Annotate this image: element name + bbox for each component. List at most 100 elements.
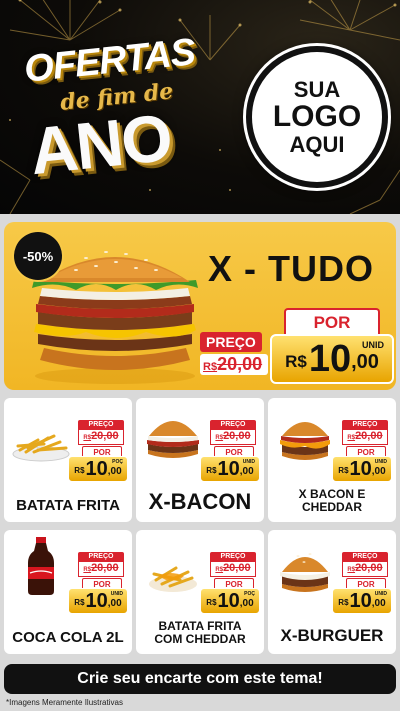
old-price-currency: R$ [215,567,224,573]
product-card-x-bacon-e-cheddar[interactable]: PREÇO R$20,00 POR UNID R$ 10 ,00 X BACON… [268,398,396,522]
logo-placeholder-line1: SUA [293,77,341,103]
new-price-currency: R$ [285,352,307,371]
logo-placeholder-line2: LOGO [272,100,362,134]
product-card-coca-cola-2l[interactable]: PREÇO R$20,00 POR UNID R$ 10 ,00 COCA CO… [4,530,132,654]
new-price: UNID R$ 10 ,00 [332,588,392,614]
old-price-currency: R$ [215,435,224,441]
new-price-integer: 10 [349,590,372,612]
new-price-cents: ,00 [239,598,254,609]
cheddar-burger-icon [280,422,330,460]
new-price-integer: 10 [308,338,352,380]
new-price-cents: ,00 [371,598,386,609]
old-price-value: 20,00 [355,562,383,574]
unit-label: UNID [110,591,123,597]
featured-product-card[interactable]: -50% X - TUDO PREÇO R$20,00 POR UNID R$ … [4,222,396,390]
old-price-block: PREÇO R$20,00 [200,332,268,375]
old-price-currency: R$ [347,435,356,441]
new-price: POÇ R$ 10 ,00 [200,588,260,614]
old-price-currency: R$ [83,435,92,441]
new-price-cents: ,00 [371,466,386,477]
new-price-currency: R$ [338,598,349,607]
product-name: COCA COLA 2L [12,628,124,646]
disclaimer: *Imagens Meramente Ilustrativas [6,698,123,707]
old-price: R$20,00 [78,561,124,577]
new-price-integer: 10 [85,590,108,612]
old-price-value: 20,00 [223,562,251,574]
old-price-block: PREÇO R$20,00 [342,420,388,445]
soda-bottle-icon [28,537,54,595]
product-name: X-BACON [148,488,252,514]
new-price-cents: ,00 [107,598,122,609]
por-label: POR [284,308,380,334]
product-card-x-bacon[interactable]: PREÇO R$20,00 POR UNID R$ 10 ,00 X-BACON [136,398,264,522]
burger-icon [147,421,199,458]
preco-label: PREÇO [78,420,124,429]
new-price: UNID R$ 10 ,00 [270,334,394,384]
old-price-currency: R$ [83,567,92,573]
new-price-integer: 10 [349,458,372,480]
cheeseburger-icon [280,553,330,592]
new-price: POÇ R$ 10 ,00 [68,456,128,482]
old-price-value: 20,00 [355,430,383,442]
preco-label: PREÇO [78,552,124,561]
preco-label: PREÇO [210,552,256,561]
featured-product-title: X - TUDO [208,248,374,289]
cta-banner[interactable]: Crie seu encarte com este tema! [4,664,396,694]
new-price-cents: ,00 [107,466,122,477]
unit-label: UNID [242,459,255,465]
logo-placeholder-line3: AQUI [289,131,345,157]
new-price-integer: 10 [217,458,240,480]
product-name: X-BURGUER [280,626,384,646]
logo-ano-text: ANO [26,99,175,189]
old-price: R$20,00 [342,429,388,445]
old-price-value: 20,00 [223,430,251,442]
new-price-currency: R$ [206,598,217,607]
old-price-block: PREÇO R$20,00 [78,420,124,445]
preco-label: PREÇO [342,420,388,429]
old-price-currency: R$ [347,567,356,573]
discount-badge: -50% [14,232,62,280]
old-price: R$20,00 [200,354,268,375]
new-price-currency: R$ [74,598,85,607]
unit-label: UNID [374,591,387,597]
new-price: UNID R$ 10 ,00 [200,456,260,482]
new-price-integer: 10 [217,590,240,612]
old-price-value: 20,00 [217,354,263,374]
new-price-currency: R$ [74,466,85,475]
unit-label: POÇ [244,591,255,597]
old-price: R$20,00 [342,561,388,577]
product-name: BATATA FRITA COM CHEDDAR [154,618,246,646]
new-price-currency: R$ [206,466,217,475]
ofertas-fim-de-ano-logo: OFERTAS de fim de ANO [20,24,200,204]
unit-label: UNID [374,459,387,465]
product-card-batata-frita[interactable]: PREÇO R$20,00 POR POÇ R$ 10 ,00 BATATA F… [4,398,132,522]
new-price-cents: ,00 [239,466,254,477]
old-price: R$20,00 [210,429,256,445]
preco-label: PREÇO [210,420,256,429]
unit-label: UNID [362,340,384,350]
new-price: UNID R$ 10 ,00 [332,456,392,482]
cheddar-fries-icon [149,566,197,592]
old-price-block: PREÇO R$20,00 [210,552,256,577]
old-price-value: 20,00 [91,430,119,442]
logo-placeholder: SUA LOGO AQUI [246,46,388,188]
product-card-batata-frita-com-cheddar[interactable]: PREÇO R$20,00 POR POÇ R$ 10 ,00 BATATA F… [136,530,264,654]
old-price-block: PREÇO R$20,00 [210,420,256,445]
fries-icon [12,434,70,462]
old-price: R$20,00 [78,429,124,445]
new-price: UNID R$ 10 ,00 [68,588,128,614]
preco-label: PREÇO [200,332,262,352]
old-price: R$20,00 [210,561,256,577]
new-price-currency: R$ [338,466,349,475]
product-card-x-burguer[interactable]: PREÇO R$20,00 POR UNID R$ 10 ,00 X-BURGU… [268,530,396,654]
unit-label: POÇ [112,459,123,465]
header-banner: OFERTAS de fim de ANO SUA LOGO AQUI [0,0,400,214]
old-price-value: 20,00 [91,562,119,574]
product-name: BATATA FRITA [16,496,120,514]
new-price-cents: ,00 [351,351,379,373]
old-price-currency: R$ [203,361,218,373]
product-name: X BACON E CHEDDAR [298,486,366,514]
old-price-block: PREÇO R$20,00 [342,552,388,577]
old-price-block: PREÇO R$20,00 [78,552,124,577]
new-price-integer: 10 [85,458,108,480]
